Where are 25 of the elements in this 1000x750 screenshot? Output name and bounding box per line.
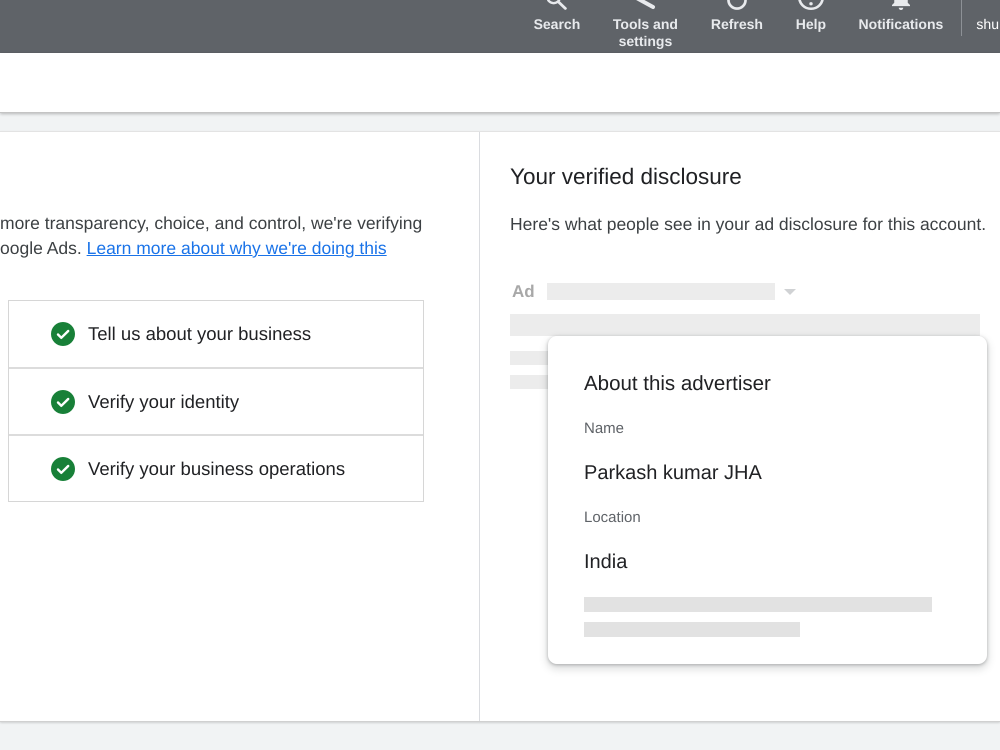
- caret-icon: [784, 288, 796, 294]
- section-title: Your verified disclosure: [510, 164, 743, 190]
- refresh-icon: [726, 0, 747, 10]
- toolbar-button[interactable]: Search: [517, 0, 596, 33]
- intro-text: more transparency, choice, and control, we're verifying oogle Ads. Learn more about why we're doing this: [0, 212, 424, 260]
- toolbar-button[interactable]: Help: [779, 0, 842, 33]
- field-value: India: [584, 550, 628, 574]
- account-name[interactable]: shu: [976, 16, 999, 33]
- field-label: Location: [584, 508, 642, 528]
- field-label: Name: [584, 419, 626, 439]
- toolbar-button[interactable]: Tools and settings: [596, 0, 694, 50]
- help-icon: [798, 0, 824, 10]
- step-label: Verify your identity: [88, 390, 240, 414]
- step-label: Verify your business operations: [88, 456, 346, 480]
- ad-label: Ad: [512, 283, 535, 300]
- card-title: About this advertiser: [584, 372, 772, 396]
- section-description: Here's what people see in your ad disclosure for this account.: [510, 213, 988, 236]
- wrench-icon: [634, 0, 656, 10]
- bell-icon: [892, 0, 910, 10]
- learn-more-link[interactable]: Learn more about why we're doing this: [86, 238, 387, 258]
- toolbar-button[interactable]: Notifications: [842, 0, 960, 33]
- search-icon: [546, 0, 567, 10]
- step-label: Tell us about your business: [88, 322, 312, 346]
- toolbar-button[interactable]: Refresh: [694, 0, 780, 33]
- field-value: Parkash kumar JHA: [584, 461, 763, 485]
